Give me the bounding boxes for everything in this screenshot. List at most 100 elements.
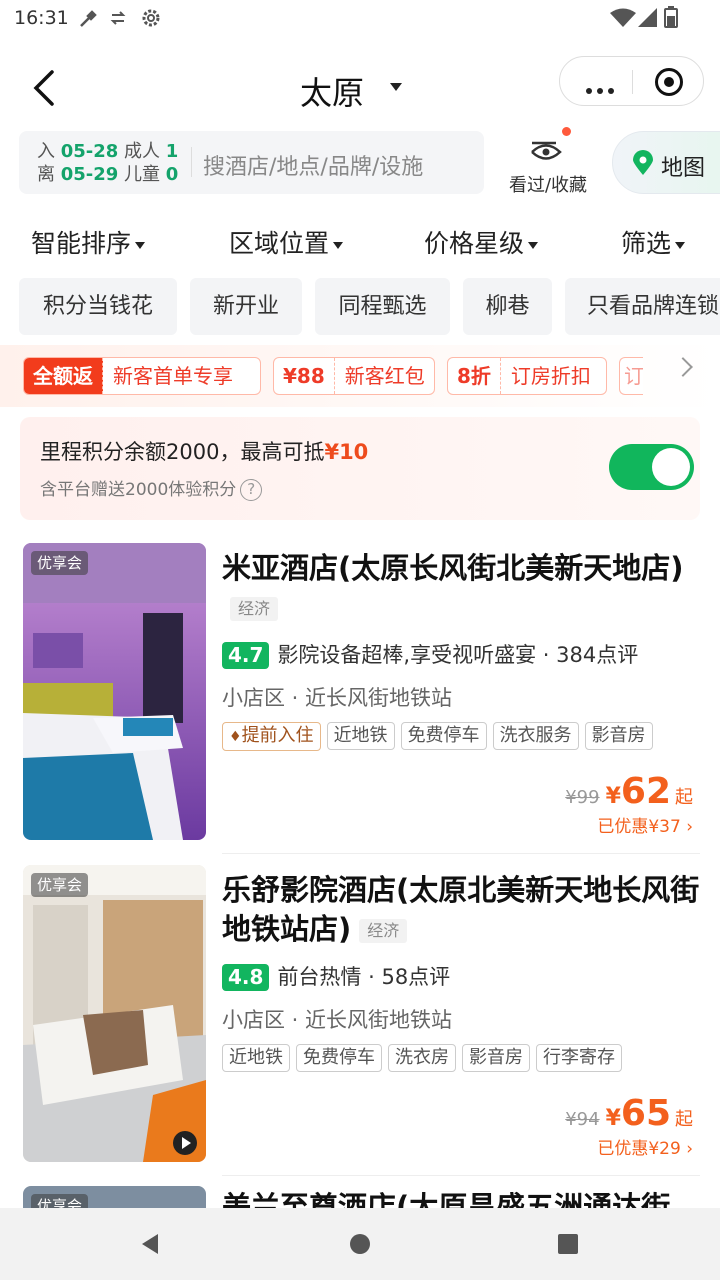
hotel-photo[interactable]: 优享会 [23, 543, 206, 840]
more-icon[interactable] [586, 79, 619, 98]
hotel-photo[interactable]: 优享会 [23, 1186, 206, 1208]
rating-row: 4.7 影院设备超棒,享受视听盛宴 · 384点评 [222, 639, 638, 669]
date-guest-selector[interactable]: 入 05-28 成人 1 离 05-29 儿童 0 [37, 140, 178, 186]
hotel-card[interactable]: 优享会 美兰至尊酒店(太原昌盛五洲通达街 [0, 1186, 720, 1208]
sync-icon [110, 11, 126, 25]
help-icon[interactable]: ? [240, 479, 263, 501]
coupon-discount[interactable]: 8折 订房折扣 [447, 357, 607, 395]
original-price: ¥99 [565, 787, 600, 808]
price: 62 [620, 771, 671, 812]
points-balance: 里程积分余额2000，最高可抵¥10 [40, 436, 368, 466]
eye-icon [531, 141, 562, 160]
filter-tabs: 智能排序 区域位置 价格星级 筛选 [0, 212, 720, 268]
play-icon[interactable] [173, 1131, 197, 1155]
notification-dot [562, 127, 571, 136]
points-sub: 含平台赠送2000体验积分? [40, 475, 263, 501]
vip-badge: 优享会 [31, 1194, 89, 1208]
system-nav-bar [0, 1208, 720, 1280]
hotel-room-image [23, 865, 206, 1162]
coupon-head: 8折 [448, 358, 501, 394]
hotel-card[interactable]: 优享会 乐舒影院酒店(太原北美新天地长风街地铁站店) 经济 4.8 前台热情 · 5… [0, 865, 720, 1183]
tag: 洗衣服务 [492, 722, 579, 750]
hotel-name[interactable]: 米亚酒店(太原长风街北美新天地店) 经济 [222, 549, 702, 627]
currency-symbol: ¥ [605, 784, 621, 809]
filter-sort[interactable]: 智能排序 [31, 224, 146, 260]
wrench-icon [80, 10, 97, 27]
coupon-partial[interactable]: 订 [619, 357, 643, 395]
chip-new-open[interactable]: 新开业 [190, 278, 302, 335]
points-toggle[interactable] [609, 444, 694, 490]
price-row: ¥99 ¥62 起 [565, 771, 693, 812]
close-miniprogram-icon[interactable] [655, 68, 683, 96]
tag: 影音房 [462, 1044, 530, 1072]
recents-nav-icon[interactable] [556, 1232, 580, 1256]
diamond-icon: ♦ [229, 729, 242, 745]
saved-amount[interactable]: 已优惠¥37 › [597, 812, 693, 837]
tag: 免费停车 [296, 1044, 382, 1072]
divider [222, 853, 700, 854]
rating-score: 4.7 [222, 642, 270, 669]
points-sub-text: 含平台赠送2000体验积分 [40, 480, 237, 500]
price: 65 [620, 1093, 671, 1134]
hotel-name[interactable]: 美兰至尊酒店(太原昌盛五洲通达街 [222, 1188, 692, 1208]
capsule-divider [632, 70, 633, 94]
caret-down-icon [333, 241, 344, 249]
filter-sort-label: 智能排序 [31, 229, 132, 258]
viewed-favorites-button[interactable]: 看过/收藏 [498, 127, 598, 197]
search-bar[interactable]: 入 05-28 成人 1 离 05-29 儿童 0 搜酒店/地点/品牌/设施 [19, 131, 484, 194]
chip-liuxiang[interactable]: 柳巷 [463, 278, 552, 335]
hotel-name-text: 米亚酒店(太原长风街北美新天地店) [222, 551, 684, 585]
filter-price-star[interactable]: 价格星级 [424, 224, 539, 260]
city-selector[interactable]: 太原 [300, 68, 364, 114]
nav-header: 太原 [0, 50, 720, 126]
saved-text: 已优惠¥37 [597, 817, 681, 837]
rating-score: 4.8 [222, 964, 270, 991]
hotel-name-text: 乐舒影院酒店(太原北美新天地长风街地铁站店) [222, 873, 700, 946]
caret-down-icon [675, 241, 686, 249]
hotel-location: 小店区 · 近长风街地铁站 [222, 1008, 453, 1032]
search-divider [191, 147, 192, 177]
tag: 影音房 [584, 722, 653, 750]
tag: 近地铁 [222, 1044, 290, 1072]
battery-icon [664, 6, 678, 28]
chip-tongcheng-select[interactable]: 同程甄选 [315, 278, 450, 335]
review-highlight: 前台热情 · 58点评 [277, 965, 451, 989]
tag-label: 提前入住 [241, 725, 314, 746]
saved-text: 已优惠¥29 [597, 1139, 681, 1159]
coupon-red-packet[interactable]: ¥88 新客红包 [273, 357, 435, 395]
rating-row: 4.8 前台热情 · 58点评 [222, 961, 450, 991]
coupon-strip: 全额返 新客首单专享 ¥88 新客红包 8折 订房折扣 订 [0, 345, 720, 407]
review-highlight: 影院设备超棒,享受视听盛宴 · 384点评 [277, 643, 639, 667]
price-suffix: 起 [675, 1109, 693, 1130]
filter-more[interactable]: 筛选 [621, 224, 686, 260]
status-time: 16:31 [14, 7, 69, 29]
hotel-card[interactable]: 优享会 米亚酒店(太原长风街北美新天地店) 经济 4.7 影院设备超棒,享受视听盛宴… [0, 543, 720, 861]
points-text: 里程积分余额2000，最高可抵 [40, 440, 325, 464]
map-pin-icon [633, 150, 653, 175]
filter-area-label: 区域位置 [229, 229, 330, 258]
saved-amount[interactable]: 已优惠¥29 › [597, 1134, 693, 1159]
map-button[interactable]: 地图 [612, 131, 720, 194]
checkout-label: 离 [37, 164, 55, 185]
caret-down-icon[interactable] [390, 83, 402, 91]
hotel-name[interactable]: 乐舒影院酒店(太原北美新天地长风街地铁站店) 经济 [222, 871, 702, 949]
home-nav-icon[interactable] [348, 1232, 372, 1256]
search-input[interactable]: 搜酒店/地点/品牌/设施 [203, 149, 423, 181]
back-icon[interactable] [26, 68, 66, 108]
chip-brand-chain[interactable]: 只看品牌连锁 [565, 278, 720, 335]
tag: 免费停车 [400, 722, 487, 750]
checkin-label: 入 [37, 141, 55, 162]
chip-points[interactable]: 积分当钱花 [19, 278, 177, 335]
caret-down-icon [135, 241, 146, 249]
tag: 近地铁 [326, 722, 395, 750]
hotel-photo[interactable]: 优享会 [23, 865, 206, 1162]
points-amount: ¥10 [324, 440, 369, 464]
tag-early-checkin: ♦提前入住 [222, 722, 321, 751]
vip-badge: 优享会 [31, 551, 89, 575]
back-nav-icon[interactable] [138, 1232, 162, 1256]
hotel-tags: ♦提前入住 近地铁 免费停车 洗衣服务 影音房 [222, 722, 659, 751]
filter-area[interactable]: 区域位置 [229, 224, 344, 260]
divider [222, 1175, 700, 1176]
price-row: ¥94 ¥65 起 [565, 1093, 693, 1134]
coupon-full-return[interactable]: 全额返 新客首单专享 [23, 357, 261, 395]
